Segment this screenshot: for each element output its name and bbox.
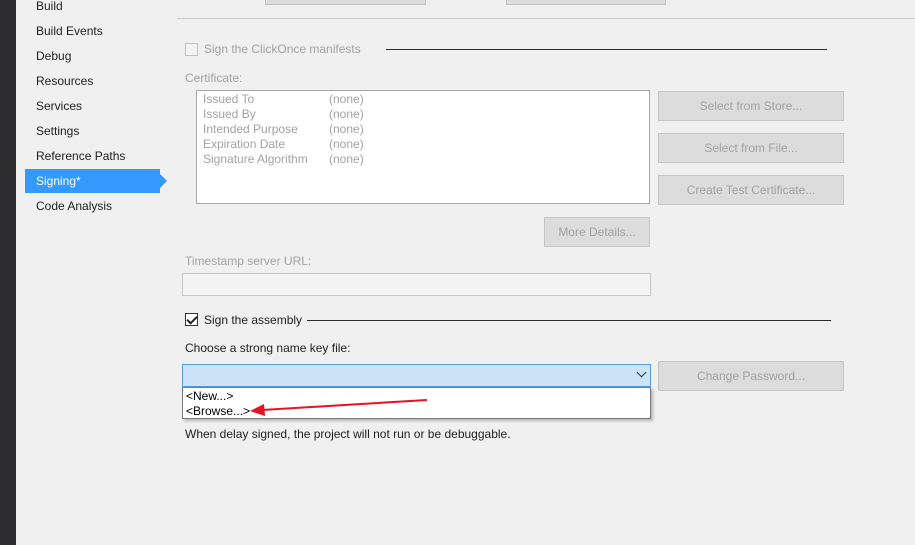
key-file-combobox[interactable]	[182, 364, 651, 387]
section-divider	[177, 18, 915, 19]
certificate-details-box: Issued To (none) Issued By (none) Intend…	[196, 90, 650, 204]
delay-sign-note: When delay signed, the project will not …	[185, 427, 511, 441]
checkmark-icon	[186, 313, 198, 325]
cert-field-value: (none)	[329, 122, 364, 136]
create-test-certificate-button[interactable]: Create Test Certificate...	[658, 175, 844, 205]
cert-field-value: (none)	[329, 137, 364, 151]
assembly-group-line	[307, 320, 831, 321]
key-file-dropdown-list: <New...> <Browse...>	[182, 387, 651, 419]
cert-field-value: (none)	[329, 107, 364, 121]
select-from-store-button[interactable]: Select from Store...	[658, 91, 844, 121]
cert-row-expiration-date: Expiration Date (none)	[203, 137, 364, 152]
nav-item-build-events[interactable]: Build Events	[25, 19, 160, 43]
cert-field-value: (none)	[329, 152, 364, 166]
dropdown-option-browse[interactable]: <Browse...>	[186, 404, 250, 419]
chevron-down-icon[interactable]	[636, 367, 647, 378]
nav-item-reference-paths[interactable]: Reference Paths	[25, 144, 160, 168]
cert-row-intended-purpose: Intended Purpose (none)	[203, 122, 364, 137]
cert-row-issued-to: Issued To (none)	[203, 92, 364, 107]
timestamp-url-label: Timestamp server URL:	[185, 254, 312, 268]
nav-item-resources[interactable]: Resources	[25, 69, 160, 93]
nav-item-services[interactable]: Services	[25, 94, 160, 118]
sign-clickonce-label: Sign the ClickOnce manifests	[204, 42, 361, 56]
window-left-edge	[0, 0, 16, 545]
previous-section-button[interactable]	[506, 0, 666, 5]
nav-item-build[interactable]: Build	[25, 0, 160, 18]
dropdown-option-new[interactable]: <New...>	[186, 389, 233, 404]
cert-field-name: Intended Purpose	[203, 122, 298, 136]
cert-field-name: Signature Algorithm	[203, 152, 308, 166]
sign-assembly-label: Sign the assembly	[204, 313, 303, 327]
select-from-file-button[interactable]: Select from File...	[658, 133, 844, 163]
cert-field-name: Issued To	[203, 92, 255, 106]
nav-item-code-analysis[interactable]: Code Analysis	[25, 194, 160, 218]
more-details-button[interactable]: More Details...	[544, 217, 650, 247]
nav-item-settings[interactable]: Settings	[25, 119, 160, 143]
project-properties-nav: Build Build Events Debug Resources Servi…	[16, 0, 167, 545]
sign-assembly-checkbox[interactable]	[185, 313, 198, 326]
clickonce-group-line	[386, 49, 827, 50]
sign-clickonce-checkbox[interactable]	[185, 43, 198, 56]
timestamp-url-input[interactable]	[182, 273, 651, 296]
nav-item-debug[interactable]: Debug	[25, 44, 160, 68]
cert-field-value: (none)	[329, 92, 364, 106]
selection-pointer-icon	[160, 174, 167, 188]
change-password-button[interactable]: Change Password...	[658, 361, 844, 391]
cert-row-issued-by: Issued By (none)	[203, 107, 364, 122]
key-file-label: Choose a strong name key file:	[185, 341, 351, 355]
nav-item-signing[interactable]: Signing*	[25, 169, 167, 193]
cert-field-name: Issued By	[203, 107, 256, 121]
previous-section-button[interactable]	[265, 0, 426, 5]
certificate-label: Certificate:	[185, 71, 243, 85]
nav-item-signing-label: Signing*	[36, 174, 81, 188]
cert-field-name: Expiration Date	[203, 137, 286, 151]
cert-row-signature-algorithm: Signature Algorithm (none)	[203, 152, 364, 167]
